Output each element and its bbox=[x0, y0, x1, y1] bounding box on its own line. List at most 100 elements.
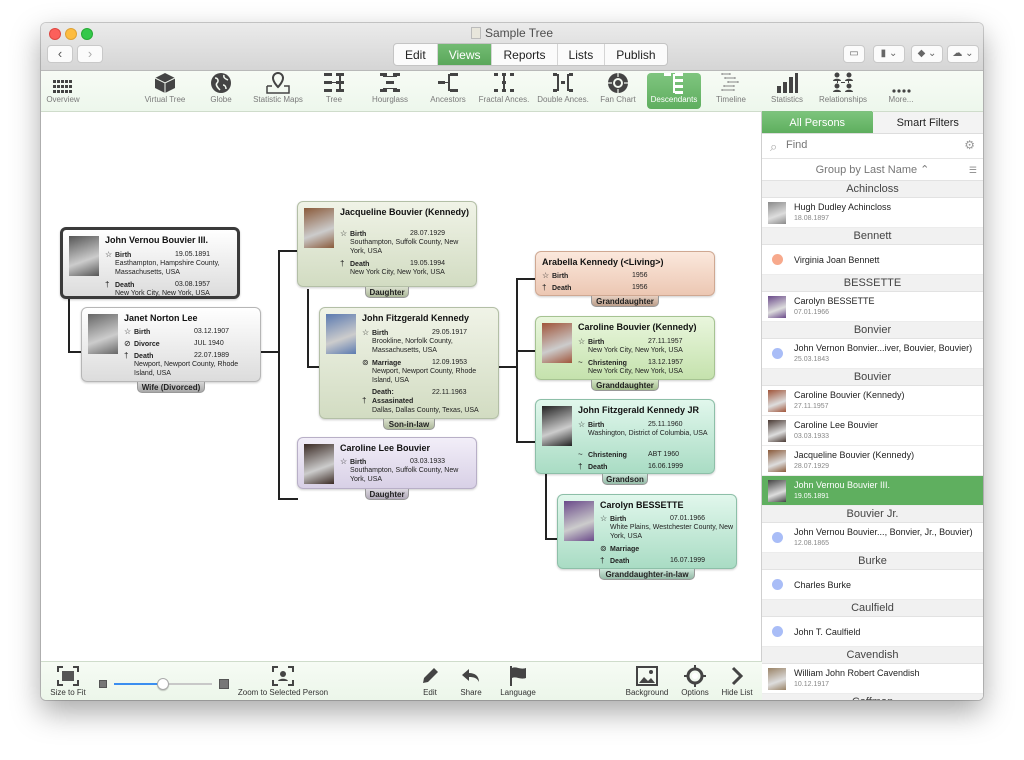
sort-icon[interactable]: ☰ bbox=[969, 159, 977, 181]
person-card-arabella-kennedy-living[interactable]: Arabella Kennedy (<Living>) ☆ Birth 1956 † De… bbox=[535, 251, 715, 296]
person-card-john-fitzgerald-kennedy-jr[interactable]: John Fitzgerald Kennedy JR ☆ Birth 25.11.19… bbox=[535, 399, 715, 474]
person-list-item[interactable]: Caroline Bouvier (Kennedy) 27.11.1957 bbox=[762, 386, 983, 416]
background-button[interactable]: Background bbox=[625, 664, 669, 698]
avatar bbox=[768, 450, 786, 472]
avatar bbox=[768, 390, 786, 412]
forward-button[interactable]: › bbox=[77, 45, 103, 63]
descendants-chart-icon bbox=[647, 73, 701, 95]
event-label: Marriage bbox=[610, 546, 640, 553]
person-list-name: Charles Burke bbox=[794, 580, 852, 590]
view-timeline-button[interactable]: Timeline bbox=[711, 71, 751, 111]
language-button[interactable]: Language bbox=[498, 664, 538, 698]
person-list-item[interactable]: John Vernon Bonvier...iver, Bouvier, Bou… bbox=[762, 339, 983, 369]
view-label: Descendants bbox=[650, 95, 698, 104]
tag-icon: ◆ ⌄ bbox=[917, 48, 937, 59]
tab-publish[interactable]: Publish bbox=[605, 44, 666, 65]
edit-button[interactable]: Edit bbox=[417, 664, 443, 698]
event-place: New York City, New York, USA bbox=[588, 347, 683, 354]
view-relationships-button[interactable]: Relationships bbox=[815, 71, 871, 111]
death-cross-icon: † bbox=[105, 280, 110, 289]
view-ancestors-button[interactable]: Ancestors bbox=[424, 71, 472, 111]
search-options-gear-icon[interactable]: ⚙ bbox=[964, 138, 975, 152]
share-button[interactable]: Share bbox=[457, 664, 485, 698]
person-list-item[interactable]: William John Robert Cavendish 10.12.1917 bbox=[762, 664, 983, 694]
person-card-jacqueline-bouvier-kennedy[interactable]: Jacqueline Bouvier (Kennedy) ☆ Birth 28.07.… bbox=[297, 201, 477, 287]
person-list-item[interactable]: Carolyn BESSETTE 07.01.1966 bbox=[762, 292, 983, 322]
view-tree-button[interactable]: Tree bbox=[316, 71, 352, 111]
connector-line bbox=[545, 474, 547, 540]
size-to-fit-button[interactable]: Size to Fit bbox=[49, 664, 87, 698]
person-photo bbox=[542, 406, 572, 446]
zoom-to-selected-button[interactable]: Zoom to Selected Person bbox=[233, 664, 333, 698]
event-date: 12.09.1953 bbox=[432, 359, 468, 366]
person-card-john-vernou-bouvier-iii[interactable]: John Vernou Bouvier III. ☆ Birth 19.05.1891… bbox=[60, 227, 240, 299]
person-list-item[interactable]: John Vernou Bouvier..., Bonvier, Jr., Bo… bbox=[762, 523, 983, 553]
descendants-chart-canvas[interactable]: John Vernou Bouvier III. ☆ Birth 19.05.1891… bbox=[41, 112, 762, 661]
person-list-item[interactable]: John T. Caulfield bbox=[762, 617, 983, 647]
sidebar-toggle-button[interactable]: ▭ bbox=[843, 45, 865, 63]
view-statistics-button[interactable]: Statistics bbox=[765, 71, 809, 111]
person-card-janet-norton-lee[interactable]: Janet Norton Lee ☆ Birth 03.12.1907 ⊘ Divorce… bbox=[81, 307, 261, 382]
fit-frame-icon bbox=[49, 664, 87, 688]
view-more-button[interactable]: More... bbox=[881, 71, 921, 111]
birth-star-icon: ☆ bbox=[578, 337, 586, 346]
labels-button[interactable]: ◆ ⌄ bbox=[911, 45, 943, 63]
view-hourglass-button[interactable]: Hourglass bbox=[368, 71, 412, 111]
view-descendants-button[interactable]: Descendants bbox=[647, 73, 701, 109]
person-list-item[interactable]: Virginia Joan Bennett bbox=[762, 245, 983, 275]
person-list-date: 07.01.1966 bbox=[794, 309, 830, 316]
zoom-slider-knob[interactable] bbox=[157, 678, 169, 690]
event-date: 29.05.1917 bbox=[432, 329, 468, 336]
event-date: 22.07.1989 bbox=[194, 352, 230, 359]
person-list-date: 19.05.1891 bbox=[794, 493, 830, 500]
tab-all-persons[interactable]: All Persons bbox=[762, 112, 873, 133]
tab-edit[interactable]: Edit bbox=[394, 44, 438, 65]
tab-views[interactable]: Views bbox=[437, 44, 493, 65]
view-statistic-maps-button[interactable]: Statistic Maps bbox=[250, 71, 306, 111]
document-icon bbox=[470, 27, 481, 39]
relationship-badge: Son-in-law bbox=[383, 419, 435, 430]
person-list-name: John Vernou Bouvier III. bbox=[794, 480, 891, 490]
options-button[interactable]: Options bbox=[679, 664, 711, 698]
person-list-item[interactable]: John Vernou Bouvier III. 19.05.1891 bbox=[762, 476, 983, 506]
birth-star-icon: ☆ bbox=[124, 327, 132, 336]
person-list-name: Jacqueline Bouvier (Kennedy) bbox=[794, 450, 915, 460]
group-by-selector[interactable]: Group by Last Name ⌃ ☰ bbox=[762, 159, 983, 181]
person-card-caroline-lee-bouvier[interactable]: Caroline Lee Bouvier ☆ Birth 03.03.1933 Sout… bbox=[297, 437, 477, 489]
back-button[interactable]: ‹ bbox=[47, 45, 73, 63]
view-toolbar: Overview Virtual Tree Globe Statistic Maps T… bbox=[41, 71, 983, 112]
view-double-ances-button[interactable]: Double Ances. bbox=[535, 71, 591, 111]
group-header: Caulfield bbox=[762, 600, 983, 617]
person-card-carolyn-bessette[interactable]: Carolyn BESSETTE ☆ Birth 07.01.1966 White Pl… bbox=[557, 494, 737, 569]
zoom-slider[interactable] bbox=[99, 678, 229, 690]
event-date: 16.07.1999 bbox=[670, 557, 706, 564]
bookmarks-button[interactable]: ▮ ⌄ bbox=[873, 45, 905, 63]
view-fractal-ances-button[interactable]: Fractal Ances. bbox=[475, 71, 533, 111]
christening-icon: ~ bbox=[578, 450, 583, 459]
tab-smart-filters[interactable]: Smart Filters bbox=[872, 112, 983, 133]
view-fan-chart-button[interactable]: Fan Chart bbox=[594, 71, 642, 111]
group-header: BESSETTE bbox=[762, 275, 983, 292]
person-list-date: 18.08.1897 bbox=[794, 215, 830, 222]
person-list-item[interactable]: Jacqueline Bouvier (Kennedy) 28.07.1929 bbox=[762, 446, 983, 476]
person-photo bbox=[564, 501, 594, 541]
person-card-john-fitzgerald-kennedy[interactable]: John Fitzgerald Kennedy ☆ Birth 29.05.1917 B… bbox=[319, 307, 499, 419]
group-header: Bonvier bbox=[762, 322, 983, 339]
person-list-date: 28.07.1929 bbox=[794, 463, 830, 470]
view-virtual-tree-button[interactable]: Virtual Tree bbox=[141, 71, 189, 111]
hide-list-button[interactable]: Hide List bbox=[719, 664, 755, 698]
person-list-item[interactable]: Charles Burke bbox=[762, 570, 983, 600]
person-list-item[interactable]: Caroline Lee Bouvier 03.03.1933 bbox=[762, 416, 983, 446]
tab-lists[interactable]: Lists bbox=[558, 44, 606, 65]
relationship-badge: Granddaughter-in-law bbox=[599, 569, 695, 580]
tab-reports[interactable]: Reports bbox=[492, 44, 558, 65]
person-list-item[interactable]: Hugh Dudley Achincloss 18.08.1897 bbox=[762, 198, 983, 228]
zoom-person-icon bbox=[233, 664, 333, 688]
view-overview-button[interactable]: Overview bbox=[44, 71, 82, 111]
cloud-button[interactable]: ☁ ⌄ bbox=[947, 45, 979, 63]
find-input[interactable] bbox=[786, 139, 946, 151]
person-card-caroline-bouvier-kennedy[interactable]: Caroline Bouvier (Kennedy) ☆ Birth 27.11.19… bbox=[535, 316, 715, 380]
view-globe-button[interactable]: Globe bbox=[206, 71, 236, 111]
event-date: 25.11.1960 bbox=[648, 421, 683, 428]
event-date: 19.05.1994 bbox=[410, 260, 446, 267]
